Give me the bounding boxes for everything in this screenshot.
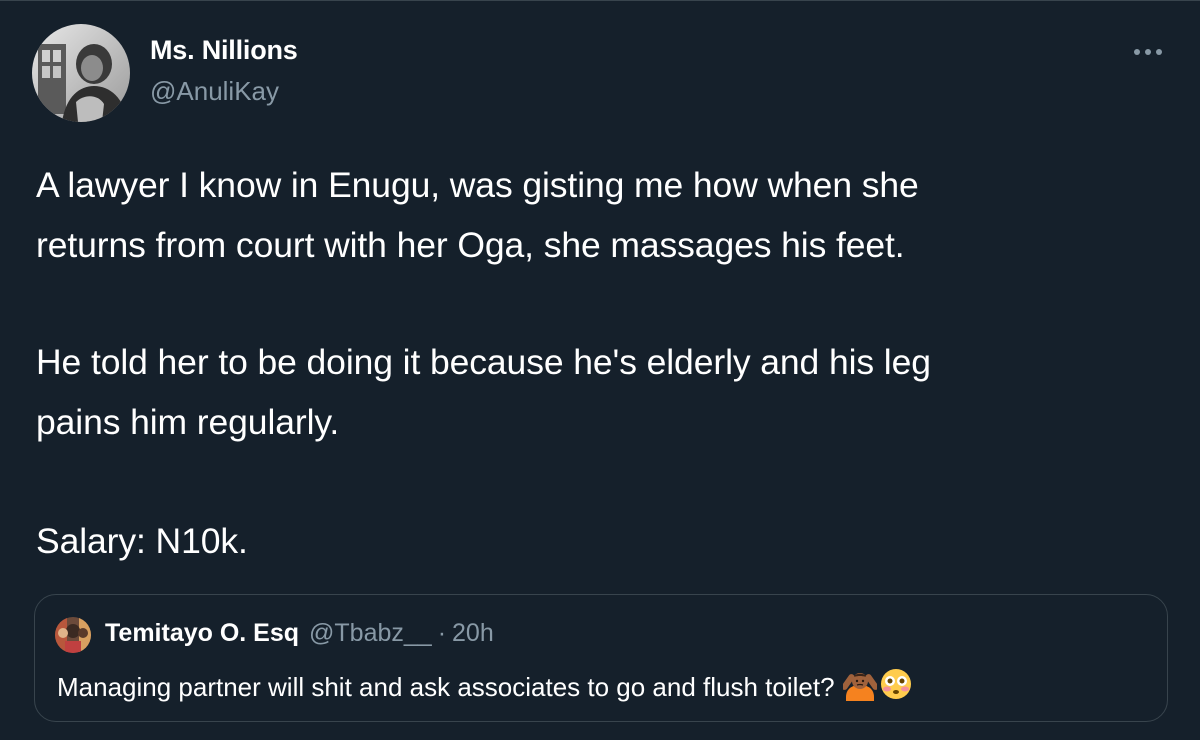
tweet-text-line: He told her to be doing it because he's … bbox=[36, 342, 931, 382]
tweet-text-line: returns from court with her Oga, she mas… bbox=[36, 225, 905, 265]
author-display-name[interactable]: Ms. Nillions bbox=[150, 35, 298, 66]
quoted-tweet[interactable]: Temitayo O. Esq @Tbabz__ · 20h Managing … bbox=[34, 594, 1168, 722]
author-handle[interactable]: @AnuliKay bbox=[150, 76, 279, 107]
quoted-display-name[interactable]: Temitayo O. Esq bbox=[105, 619, 299, 648]
tweet-card: Ms. Nillions @AnuliKay A lawyer I know i… bbox=[0, 0, 1200, 740]
author-avatar[interactable] bbox=[32, 24, 130, 122]
more-options-icon[interactable] bbox=[1126, 37, 1170, 67]
quoted-header: Temitayo O. Esq @Tbabz__ · 20h bbox=[105, 619, 494, 648]
quoted-author-avatar[interactable] bbox=[55, 617, 91, 653]
tweet-text-line: A lawyer I know in Enugu, was gisting me… bbox=[36, 165, 919, 205]
flushed-face-emoji bbox=[879, 667, 913, 708]
separator-dot: · bbox=[437, 619, 447, 647]
tweet-text-line: Salary: N10k. bbox=[36, 521, 248, 561]
quoted-timestamp[interactable]: 20h bbox=[452, 619, 494, 648]
avatar-photo-icon bbox=[32, 24, 130, 122]
quoted-handle[interactable]: @Tbabz__ bbox=[309, 619, 432, 648]
person-gesturing-no-emoji bbox=[841, 667, 879, 708]
quoted-text-row: Managing partner will shit and ask assoc… bbox=[57, 667, 913, 708]
quoted-text: Managing partner will shit and ask assoc… bbox=[57, 672, 835, 702]
tweet-text-line: pains him regularly. bbox=[36, 402, 340, 442]
quoted-avatar-photo-icon bbox=[55, 617, 91, 653]
